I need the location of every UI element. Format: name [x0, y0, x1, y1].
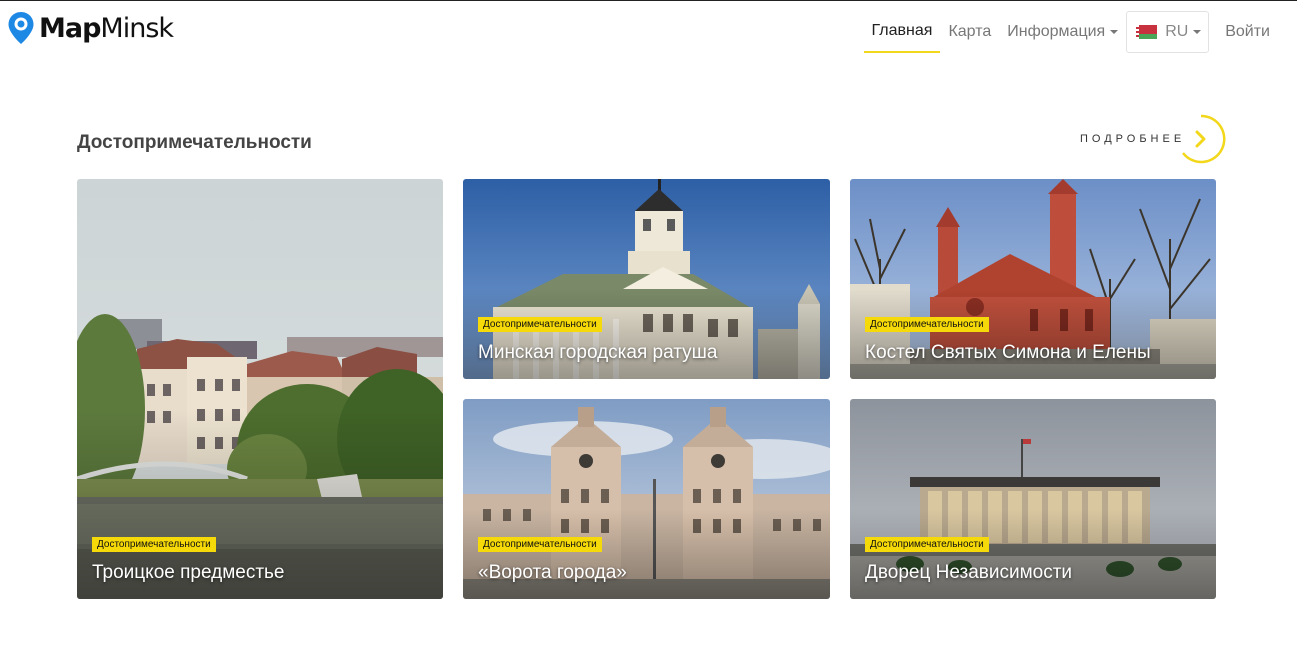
card-title: «Ворота города»: [478, 562, 627, 583]
more-label: ПОДРОБНЕЕ: [1080, 133, 1186, 145]
card-shade: [850, 509, 1216, 599]
card-shade: [850, 289, 1216, 379]
nav-info-label: Информация: [1007, 23, 1106, 40]
site-header: MapMinsk Главная Карта Информация RU Вой…: [0, 1, 1297, 59]
language-selector[interactable]: RU: [1126, 11, 1210, 53]
card-title: Троицкое предместье: [92, 562, 285, 583]
belarus-flag-icon: [1136, 25, 1158, 39]
category-badge: Достопримечательности: [478, 317, 602, 332]
section-title: Достопримечательности: [77, 132, 312, 153]
category-badge: Достопримечательности: [865, 537, 989, 552]
attraction-card[interactable]: Достопримечательности «Ворота города»: [463, 399, 830, 599]
logo-text-light: Minsk: [100, 12, 174, 44]
card-title: Минская городская ратуша: [478, 342, 718, 363]
arrow-circle-icon: [1182, 114, 1226, 164]
map-pin-icon: [8, 12, 34, 44]
language-label: RU: [1165, 23, 1189, 40]
more-link[interactable]: ПОДРОБНЕЕ: [1080, 114, 1226, 164]
attraction-card[interactable]: Достопримечательности Троицкое предместь…: [77, 179, 443, 599]
card-title: Дворец Независимости: [865, 562, 1073, 583]
attraction-card[interactable]: Достопримечательности Костел Святых Симо…: [850, 179, 1216, 379]
logo-text: MapMinsk: [39, 12, 174, 44]
main-nav: Главная Карта Информация RU Войти: [863, 11, 1278, 53]
category-badge: Достопримечательности: [92, 537, 216, 552]
attraction-card[interactable]: Достопримечательности Минская городская …: [463, 179, 830, 379]
caret-down-icon: [1110, 30, 1119, 34]
card-shade: [463, 289, 830, 379]
category-badge: Достопримечательности: [865, 317, 989, 332]
nav-info-dropdown[interactable]: Информация: [999, 11, 1126, 53]
card-title: Костел Святых Симона и Елены: [865, 342, 1151, 363]
site-logo[interactable]: MapMinsk: [7, 11, 174, 45]
caret-down-icon: [1193, 30, 1202, 34]
nav-map[interactable]: Карта: [940, 11, 999, 53]
category-badge: Достопримечательности: [478, 537, 602, 552]
logo-text-bold: Map: [39, 12, 101, 44]
attraction-card[interactable]: Достопримечательности Дворец Независимос…: [850, 399, 1216, 599]
nav-home[interactable]: Главная: [863, 11, 941, 53]
card-shade: [463, 509, 830, 599]
login-link[interactable]: Войти: [1217, 11, 1278, 53]
